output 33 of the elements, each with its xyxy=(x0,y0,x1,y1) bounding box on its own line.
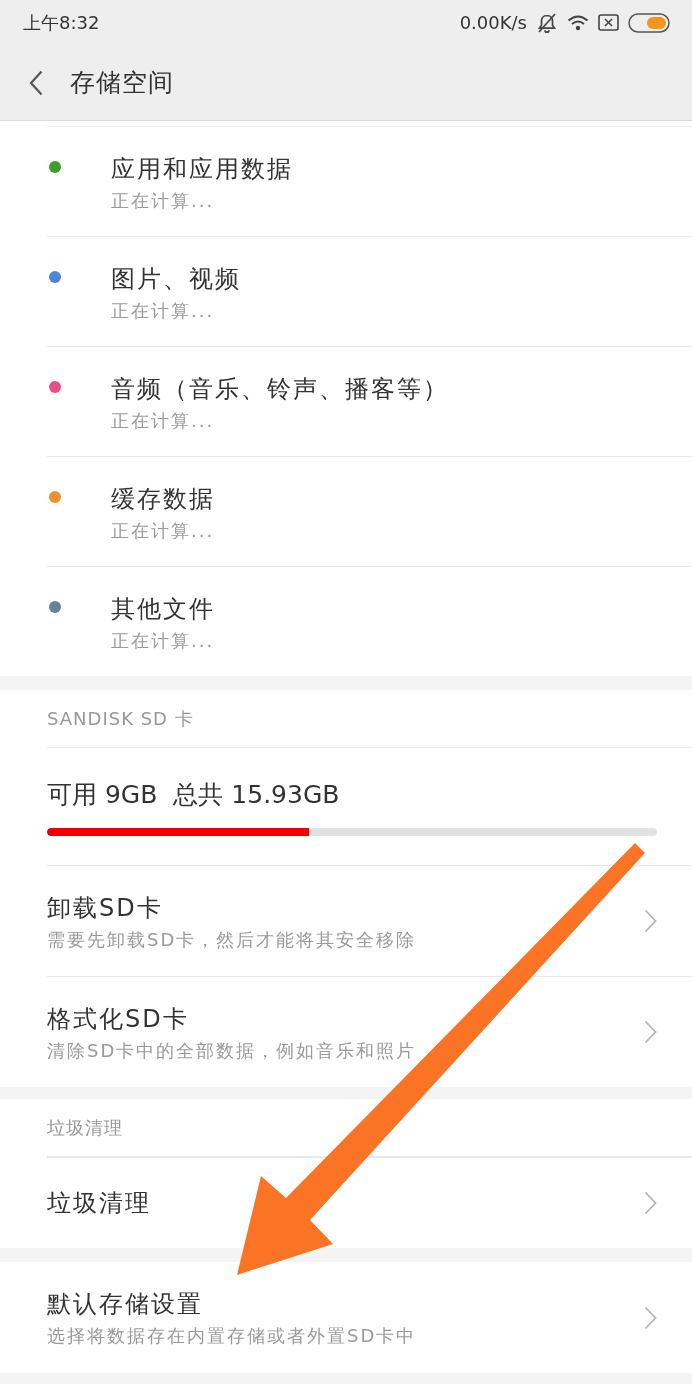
item-title: 格式化SD卡 xyxy=(47,1004,189,1034)
category-name: 缓存数据 xyxy=(111,484,215,514)
chevron-right-icon xyxy=(644,1020,657,1044)
page-title: 存储空间 xyxy=(70,67,174,99)
category-status: 正在计算... xyxy=(111,629,215,653)
item-title: 卸载SD卡 xyxy=(47,893,163,923)
category-name: 音频（音乐、铃声、播客等） xyxy=(111,374,449,404)
total-space: 总共 15.93GB xyxy=(173,779,340,811)
item-description: 选择将数据存在内置存储或者外置SD卡中 xyxy=(47,1324,417,1348)
item-description: 清除SD卡中的全部数据，例如音乐和照片 xyxy=(47,1039,417,1063)
section-title: SANDISK SD 卡 xyxy=(47,706,194,731)
category-name: 应用和应用数据 xyxy=(111,154,293,184)
available-space: 可用 9GB xyxy=(47,779,158,811)
chevron-right-icon xyxy=(644,1191,657,1215)
category-status: 正在计算... xyxy=(111,409,215,433)
section-title: 垃圾清理 xyxy=(47,1115,123,1140)
category-status: 正在计算... xyxy=(111,299,215,323)
bell-muted-icon xyxy=(536,11,558,34)
network-speed: 0.00K/s xyxy=(459,12,527,33)
battery-icon xyxy=(628,12,670,33)
category-name: 其他文件 xyxy=(111,594,215,624)
sim-card-x-icon xyxy=(598,14,619,31)
category-status: 正在计算... xyxy=(111,519,215,543)
item-title: 默认存储设置 xyxy=(47,1289,203,1319)
item-title: 垃圾清理 xyxy=(47,1188,151,1218)
category-name: 图片、视频 xyxy=(111,264,241,294)
item-description: 需要先卸载SD卡，然后才能将其安全移除 xyxy=(47,928,417,952)
category-status: 正在计算... xyxy=(111,189,215,213)
wifi-icon xyxy=(567,14,589,31)
status-time: 上午8:32 xyxy=(23,10,100,35)
chevron-right-icon xyxy=(644,909,657,933)
chevron-right-icon xyxy=(644,1305,657,1330)
chevron-left-icon xyxy=(29,69,43,96)
